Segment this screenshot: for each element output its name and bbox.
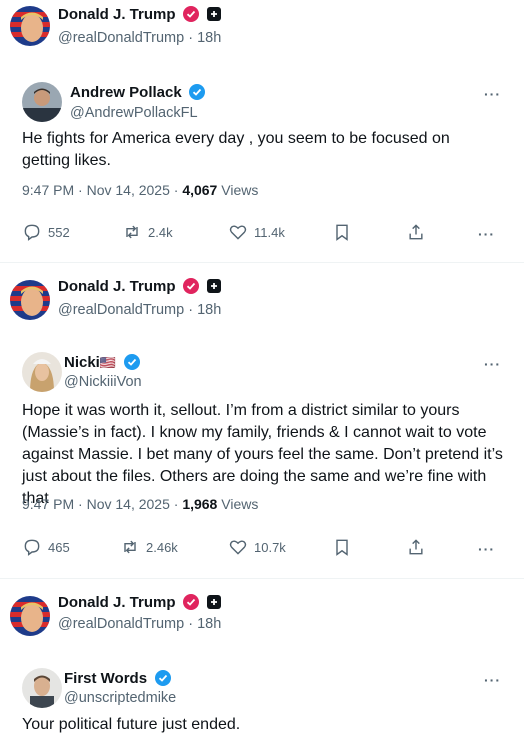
reply-button[interactable]: 552 <box>22 222 70 242</box>
reply-count: 465 <box>48 539 70 555</box>
author-handle[interactable]: @realDonaldTrump <box>58 30 184 46</box>
nicki-avatar-image <box>22 352 62 392</box>
like-count: 10.7k <box>254 539 286 555</box>
heart-icon <box>229 540 247 555</box>
author-handle[interactable]: @NickiiiVon <box>64 374 142 390</box>
like-button[interactable]: 10.7k <box>228 537 286 557</box>
pollack-name-row: Andrew Pollack <box>70 84 206 102</box>
post-age[interactable]: 18h <box>197 302 221 318</box>
post-age[interactable]: 18h <box>197 30 221 46</box>
repost-button[interactable]: 2.46k <box>120 537 178 557</box>
author-name[interactable]: Andrew Pollack <box>70 84 182 101</box>
share-icon <box>409 224 423 240</box>
nicki-avatar[interactable] <box>22 352 62 392</box>
author-name[interactable]: Donald J. Trump <box>58 278 176 295</box>
reply-button[interactable]: 465 <box>22 537 70 557</box>
reply-icon <box>24 539 40 556</box>
bookmark-button[interactable] <box>332 537 352 557</box>
gov-affiliation-icon <box>207 595 222 609</box>
trump-avatar-image <box>10 596 50 636</box>
nicki-name-row: Nicki🇺🇸 <box>64 354 140 372</box>
action-bar: 465 2.46k 10.7k ··· <box>22 537 502 561</box>
author-name[interactable]: First Words <box>64 670 147 687</box>
post-timestamp[interactable]: 9:47 PM · Nov 14, 2025 · <box>22 182 182 198</box>
trump-handle-row: @realDonaldTrump · 18h <box>58 616 222 632</box>
author-name[interactable]: Donald J. Trump <box>58 6 176 23</box>
bookmark-icon <box>336 539 348 556</box>
verified-badge-pink-icon <box>182 594 199 610</box>
trump-avatar-image <box>10 280 50 320</box>
post-age[interactable]: 18h <box>197 616 221 632</box>
post-meta: 9:47 PM · Nov 14, 2025 · 1,968 Views <box>22 496 258 512</box>
repost-count: 2.4k <box>148 224 173 240</box>
action-bar: 552 2.4k 11.4k ··· <box>22 222 502 246</box>
reply-count: 552 <box>48 224 70 240</box>
verified-badge-icon <box>123 354 140 370</box>
author-handle[interactable]: @realDonaldTrump <box>58 302 184 318</box>
flag-emoji: 🇺🇸 <box>99 355 117 370</box>
post-meta: 9:47 PM · Nov 14, 2025 · 4,067 Views <box>22 182 258 198</box>
pollack-avatar[interactable] <box>22 82 62 122</box>
bookmark-button[interactable] <box>332 222 352 242</box>
post-text: He fights for America every day , you se… <box>22 130 450 169</box>
divider <box>0 262 524 263</box>
more-options-icon[interactable]: ··· <box>484 672 501 688</box>
gov-affiliation-icon <box>207 7 222 21</box>
author-name[interactable]: Nicki <box>64 354 100 371</box>
author-handle[interactable]: @unscriptedmike <box>64 690 176 706</box>
divider <box>0 578 524 579</box>
views-label: Views <box>217 496 259 512</box>
repost-count: 2.46k <box>146 539 178 555</box>
author-handle[interactable]: @realDonaldTrump <box>58 616 184 632</box>
more-actions-icon[interactable]: ··· <box>478 226 495 242</box>
author-handle[interactable]: @AndrewPollackFL <box>70 105 198 121</box>
trump-avatar[interactable] <box>10 6 50 46</box>
verified-badge-pink-icon <box>182 6 199 22</box>
trump-name-row: Donald J. Trump <box>58 594 222 612</box>
view-count: 1,968 <box>182 496 218 512</box>
trump-name-row: Donald J. Trump <box>58 278 222 296</box>
verified-badge-pink-icon <box>182 278 199 294</box>
like-button[interactable]: 11.4k <box>228 222 285 242</box>
trump-name-row: Donald J. Trump <box>58 6 222 24</box>
more-options-icon[interactable]: ··· <box>484 86 501 102</box>
share-button[interactable] <box>406 222 426 242</box>
reply-icon <box>24 224 40 241</box>
verified-badge-icon <box>189 84 206 100</box>
verified-badge-icon <box>154 670 171 686</box>
firstwords-avatar-image <box>22 668 62 708</box>
views-label: Views <box>217 182 259 198</box>
post-timestamp[interactable]: 9:47 PM · Nov 14, 2025 · <box>22 496 182 512</box>
repost-icon <box>124 540 136 554</box>
like-count: 11.4k <box>254 224 285 240</box>
trump-handle-row: @realDonaldTrump · 18h <box>58 30 222 46</box>
pollack-avatar-image <box>22 82 62 122</box>
post-text: Hope it was worth it, sellout. I’m from … <box>22 402 503 507</box>
trump-handle-row: @realDonaldTrump · 18h <box>58 302 222 318</box>
repost-icon <box>126 225 138 239</box>
view-count: 4,067 <box>182 182 218 198</box>
repost-button[interactable]: 2.4k <box>122 222 173 242</box>
share-icon <box>409 539 423 555</box>
bookmark-icon <box>336 224 348 241</box>
trump-avatar[interactable] <box>10 596 50 636</box>
firstwords-name-row: First Words <box>64 670 171 688</box>
share-button[interactable] <box>406 537 426 557</box>
trump-avatar-image <box>10 6 50 46</box>
heart-icon <box>229 225 247 240</box>
more-actions-icon[interactable]: ··· <box>478 541 495 557</box>
firstwords-avatar[interactable] <box>22 668 62 708</box>
author-name[interactable]: Donald J. Trump <box>58 594 176 611</box>
gov-affiliation-icon <box>207 279 222 293</box>
trump-avatar[interactable] <box>10 280 50 320</box>
post-text: Your political future just ended. <box>22 716 241 733</box>
more-options-icon[interactable]: ··· <box>484 356 501 372</box>
